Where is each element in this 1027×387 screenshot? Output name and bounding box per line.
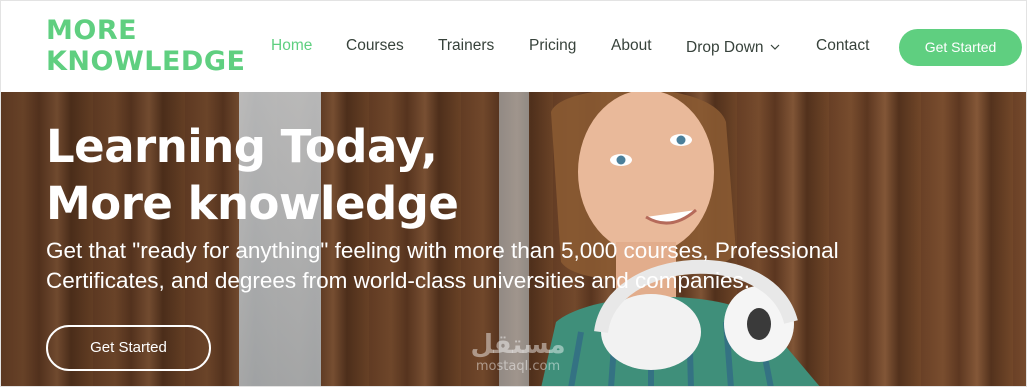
site-header: MORE KNOWLEDGE Home Courses Trainers Pri… bbox=[1, 1, 1026, 92]
logo-line-2: KNOWLEDGE bbox=[46, 46, 246, 77]
page-frame: MORE KNOWLEDGE Home Courses Trainers Pri… bbox=[0, 0, 1027, 387]
site-logo[interactable]: MORE KNOWLEDGE bbox=[46, 15, 245, 77]
nav-trainers[interactable]: Trainers bbox=[438, 37, 494, 55]
nav-contact[interactable]: Contact bbox=[816, 37, 869, 55]
watermark: مستقل mostaql.com bbox=[463, 330, 573, 374]
get-started-hero-button[interactable]: Get Started bbox=[46, 325, 211, 371]
watermark-text: mostaql.com bbox=[475, 359, 561, 374]
nav-pricing[interactable]: Pricing bbox=[529, 37, 576, 55]
chevron-down-icon bbox=[770, 37, 780, 55]
logo-line-1: MORE bbox=[46, 15, 138, 46]
hero-title: Learning Today, More knowledge bbox=[46, 118, 459, 232]
hero-subtitle: Get that "ready for anything" feeling wi… bbox=[46, 238, 839, 293]
watermark-logo: مستقل bbox=[470, 330, 566, 360]
nav-home[interactable]: Home bbox=[271, 37, 312, 55]
nav-courses[interactable]: Courses bbox=[346, 37, 404, 55]
hero-title-line-1: Learning Today, bbox=[46, 120, 438, 173]
nav-about[interactable]: About bbox=[611, 37, 652, 55]
nav-drop-down-label: Drop Down bbox=[686, 39, 764, 56]
nav-drop-down[interactable]: Drop Down bbox=[686, 37, 780, 57]
hero-section: Learning Today, More knowledge Get that … bbox=[1, 92, 1026, 386]
hero-title-line-2: More knowledge bbox=[46, 177, 459, 230]
get-started-header-button[interactable]: Get Started bbox=[899, 29, 1022, 66]
